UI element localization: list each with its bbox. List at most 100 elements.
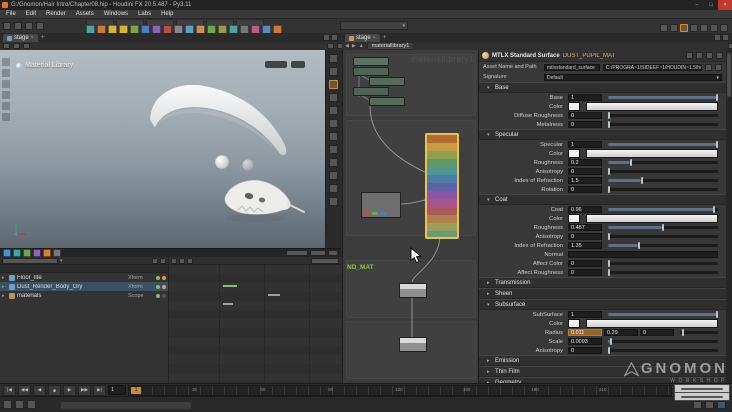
menu-help[interactable]: Help	[161, 11, 173, 17]
view-options-chip[interactable]	[291, 61, 305, 68]
forward-icon[interactable]: ▶	[352, 43, 356, 49]
vector-field[interactable]	[568, 251, 718, 258]
value-field[interactable]: 1	[568, 94, 602, 101]
message-log-icon[interactable]	[3, 400, 12, 409]
value-field-z[interactable]: 0	[640, 329, 674, 336]
add-tab-button[interactable]: +	[383, 34, 387, 42]
close-tab-icon[interactable]: ×	[31, 35, 34, 41]
open-file-icon[interactable]	[14, 22, 22, 30]
close-tab-icon[interactable]: ×	[373, 35, 376, 41]
section-subsurface[interactable]: ▾ Subsurface	[479, 299, 726, 310]
value-field[interactable]: 0	[568, 186, 602, 193]
menu-windows[interactable]: Windows	[104, 11, 128, 17]
lighting-icon[interactable]	[329, 106, 338, 115]
color-ramp[interactable]	[586, 149, 718, 158]
asset-path-field[interactable]: C:/PROGRA~1/SIDEEF~1/HOUDIN~1.5/houdini/…	[603, 64, 702, 71]
node-name-field[interactable]: DUST_PUPIL_MAT	[563, 53, 683, 59]
status-message-field[interactable]	[60, 401, 192, 410]
pane-menu-icon[interactable]	[722, 34, 729, 41]
slider[interactable]	[608, 96, 718, 99]
template-flag-icon[interactable]	[13, 249, 21, 257]
display-flag-icon[interactable]	[3, 249, 11, 257]
gear-icon[interactable]	[686, 52, 693, 59]
color-swatch[interactable]	[568, 149, 580, 158]
value-field[interactable]: 1	[568, 311, 602, 318]
back-icon[interactable]: ◀	[345, 43, 349, 49]
close-button[interactable]: ×	[718, 0, 732, 10]
memory-icon[interactable]	[705, 401, 714, 409]
camera-icon[interactable]	[700, 24, 708, 32]
section-thin-film[interactable]: ▸ Thin Film	[479, 366, 726, 377]
materials-icon[interactable]	[710, 24, 718, 32]
info-icon[interactable]	[329, 197, 338, 206]
menu-assets[interactable]: Assets	[76, 11, 94, 17]
reload-icon[interactable]	[715, 64, 722, 71]
section-specular[interactable]: ▾ Specular	[479, 129, 726, 140]
folder-icon[interactable]	[705, 64, 712, 71]
guides-icon[interactable]	[329, 184, 338, 193]
active-tool-icon[interactable]	[680, 24, 688, 32]
value-field[interactable]: 0.2	[568, 159, 602, 166]
frame-all-icon[interactable]	[329, 145, 338, 154]
value-field[interactable]: 0.0093	[568, 338, 602, 345]
timeline-ruler[interactable]: 1 30 60 90 120 150 180 210	[128, 385, 672, 396]
activation-dot-icon[interactable]	[162, 294, 166, 298]
section-base[interactable]: ▾ Base	[479, 82, 726, 93]
new-file-icon[interactable]	[3, 22, 11, 30]
overlay-button-bottom[interactable]	[674, 392, 730, 401]
gamma-field[interactable]	[328, 250, 338, 256]
menu-edit[interactable]: Edit	[26, 11, 36, 17]
range-start-field[interactable]: 1	[108, 385, 126, 395]
menu-labs[interactable]: Labs	[138, 11, 151, 17]
menu-file[interactable]: File	[6, 11, 16, 17]
slider[interactable]	[608, 244, 718, 247]
selectable-flag-icon[interactable]	[23, 249, 31, 257]
move-mode-icon[interactable]	[13, 43, 20, 49]
viewport-canvas[interactable]	[0, 50, 325, 248]
section-emission[interactable]: ▸ Emission	[479, 355, 726, 366]
pane-maximize-icon[interactable]	[323, 34, 330, 41]
value-field-y[interactable]: 0.29	[604, 329, 638, 336]
select-tool-icon[interactable]	[2, 69, 10, 77]
asset-name-field[interactable]: mtlxstandard_surface	[544, 64, 600, 71]
selected-ramp-node[interactable]	[425, 133, 459, 239]
slider[interactable]	[608, 161, 718, 164]
list-view-icon[interactable]	[171, 258, 177, 264]
activation-dot-icon[interactable]	[162, 285, 166, 289]
parameter-scrollbar[interactable]	[726, 50, 732, 383]
last-frame-button[interactable]: ▶|	[93, 385, 106, 396]
aov-field[interactable]	[310, 250, 326, 256]
next-key-button[interactable]: ▶▶	[78, 385, 91, 396]
select-mode-icon[interactable]	[3, 43, 10, 49]
tab-scene-view[interactable]: stage ×	[3, 34, 38, 42]
network-path-chip[interactable]: materiallibrary1	[367, 42, 415, 50]
first-frame-button[interactable]: |◀	[3, 385, 16, 396]
scene-graph-row[interactable]: ▸ materials Scope	[0, 291, 168, 300]
saved-branch-dropdown[interactable]	[2, 258, 58, 264]
takes-icon[interactable]	[15, 400, 24, 409]
filter-icon[interactable]	[160, 258, 166, 264]
ghost-flag-icon[interactable]	[33, 249, 41, 257]
normals-flag-icon[interactable]	[53, 249, 61, 257]
background-icon[interactable]	[329, 171, 338, 180]
add-tab-button[interactable]: +	[41, 34, 45, 42]
visibility-dot-icon[interactable]	[156, 285, 160, 289]
slider[interactable]	[608, 208, 718, 211]
help-icon[interactable]	[706, 52, 713, 59]
pin-icon[interactable]	[696, 52, 703, 59]
slider[interactable]	[608, 340, 718, 343]
value-field[interactable]: 0	[568, 269, 602, 276]
expand-icon[interactable]: ▸	[2, 275, 7, 281]
prev-key-button[interactable]: ◀◀	[18, 385, 31, 396]
value-field[interactable]: 0	[568, 347, 602, 354]
slider[interactable]	[608, 123, 718, 126]
value-field[interactable]: 0	[568, 121, 602, 128]
points-flag-icon[interactable]	[43, 249, 51, 257]
value-field[interactable]: 0	[568, 260, 602, 267]
material-node[interactable]	[369, 97, 405, 106]
material-node[interactable]	[353, 87, 389, 96]
section-transmission[interactable]: ▸ Transmission	[479, 277, 726, 288]
lights-icon[interactable]	[690, 24, 698, 32]
material-node[interactable]	[369, 77, 405, 86]
value-field[interactable]: 1	[568, 141, 602, 148]
